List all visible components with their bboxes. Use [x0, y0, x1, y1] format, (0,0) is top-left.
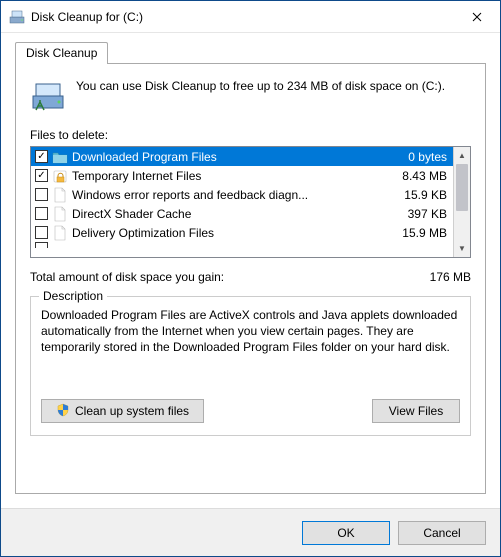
description-group-label: Description: [39, 289, 107, 303]
file-size: 8.43 MB: [391, 169, 449, 183]
file-row[interactable]: ✓ Temporary Internet Files 8.43 MB: [31, 166, 453, 185]
titlebar: Disk Cleanup for (C:): [1, 1, 500, 33]
file-size: 0 bytes: [391, 150, 449, 164]
folder-icon: [52, 149, 68, 165]
scroll-track[interactable]: [454, 164, 470, 240]
shield-icon: [56, 403, 70, 420]
description-buttons: Clean up system files View Files: [41, 399, 460, 423]
file-checkbox[interactable]: [35, 226, 48, 239]
file-icon: [52, 187, 68, 203]
drive-cleanup-icon: [30, 78, 66, 114]
close-button[interactable]: [454, 1, 500, 32]
content-area: Disk Cleanup You can use Disk Cleanup to…: [1, 33, 500, 508]
file-icon: [52, 225, 68, 241]
scroll-thumb[interactable]: [456, 164, 468, 211]
file-name: Windows error reports and feedback diagn…: [72, 188, 387, 202]
file-name: Temporary Internet Files: [72, 169, 387, 183]
intro-text: You can use Disk Cleanup to free up to 2…: [76, 78, 471, 94]
dialog-footer: OK Cancel: [1, 508, 500, 556]
total-label: Total amount of disk space you gain:: [30, 270, 224, 284]
file-name: Downloaded Program Files: [72, 150, 387, 164]
ok-button[interactable]: OK: [302, 521, 390, 545]
file-name: DirectX Shader Cache: [72, 207, 387, 221]
file-size: 15.9 KB: [391, 188, 449, 202]
file-checkbox[interactable]: ✓: [35, 169, 48, 182]
file-checkbox[interactable]: ✓: [35, 150, 48, 163]
tab-strip: Disk Cleanup: [15, 41, 486, 63]
tab-panel: You can use Disk Cleanup to free up to 2…: [15, 63, 486, 494]
file-name: Delivery Optimization Files: [72, 226, 387, 240]
file-size: 397 KB: [391, 207, 449, 221]
total-value: 176 MB: [430, 270, 471, 284]
description-text: Downloaded Program Files are ActiveX con…: [41, 307, 460, 387]
intro-row: You can use Disk Cleanup to free up to 2…: [30, 78, 471, 114]
file-row[interactable]: DirectX Shader Cache 397 KB: [31, 204, 453, 223]
view-files-button[interactable]: View Files: [372, 399, 460, 423]
file-checkbox[interactable]: [35, 188, 48, 201]
file-size: 15.9 MB: [391, 226, 449, 240]
scroll-up-button[interactable]: ▲: [454, 147, 470, 164]
tab-disk-cleanup[interactable]: Disk Cleanup: [15, 42, 108, 64]
scrollbar[interactable]: ▲ ▼: [453, 147, 470, 257]
file-checkbox[interactable]: [35, 207, 48, 220]
files-to-delete-label: Files to delete:: [30, 128, 471, 142]
file-row[interactable]: ✓ Downloaded Program Files 0 bytes: [31, 147, 453, 166]
cancel-button[interactable]: Cancel: [398, 521, 486, 545]
file-list: ✓ Downloaded Program Files 0 bytes ✓ Tempora…: [30, 146, 471, 258]
window-title: Disk Cleanup for (C:): [31, 10, 454, 24]
file-list-rows: ✓ Downloaded Program Files 0 bytes ✓ Tempora…: [31, 147, 453, 257]
clean-system-files-button[interactable]: Clean up system files: [41, 399, 204, 423]
file-row[interactable]: Windows error reports and feedback diagn…: [31, 185, 453, 204]
total-row: Total amount of disk space you gain: 176…: [30, 270, 471, 284]
scroll-down-button[interactable]: ▼: [454, 240, 470, 257]
file-icon: [52, 206, 68, 222]
lock-icon: [52, 168, 68, 184]
drive-icon: [9, 9, 25, 25]
description-group: Description Downloaded Program Files are…: [30, 296, 471, 436]
clean-system-files-label: Clean up system files: [75, 404, 189, 418]
file-row-partial: [31, 242, 453, 249]
view-files-label: View Files: [389, 404, 443, 418]
file-row[interactable]: Delivery Optimization Files 15.9 MB: [31, 223, 453, 242]
